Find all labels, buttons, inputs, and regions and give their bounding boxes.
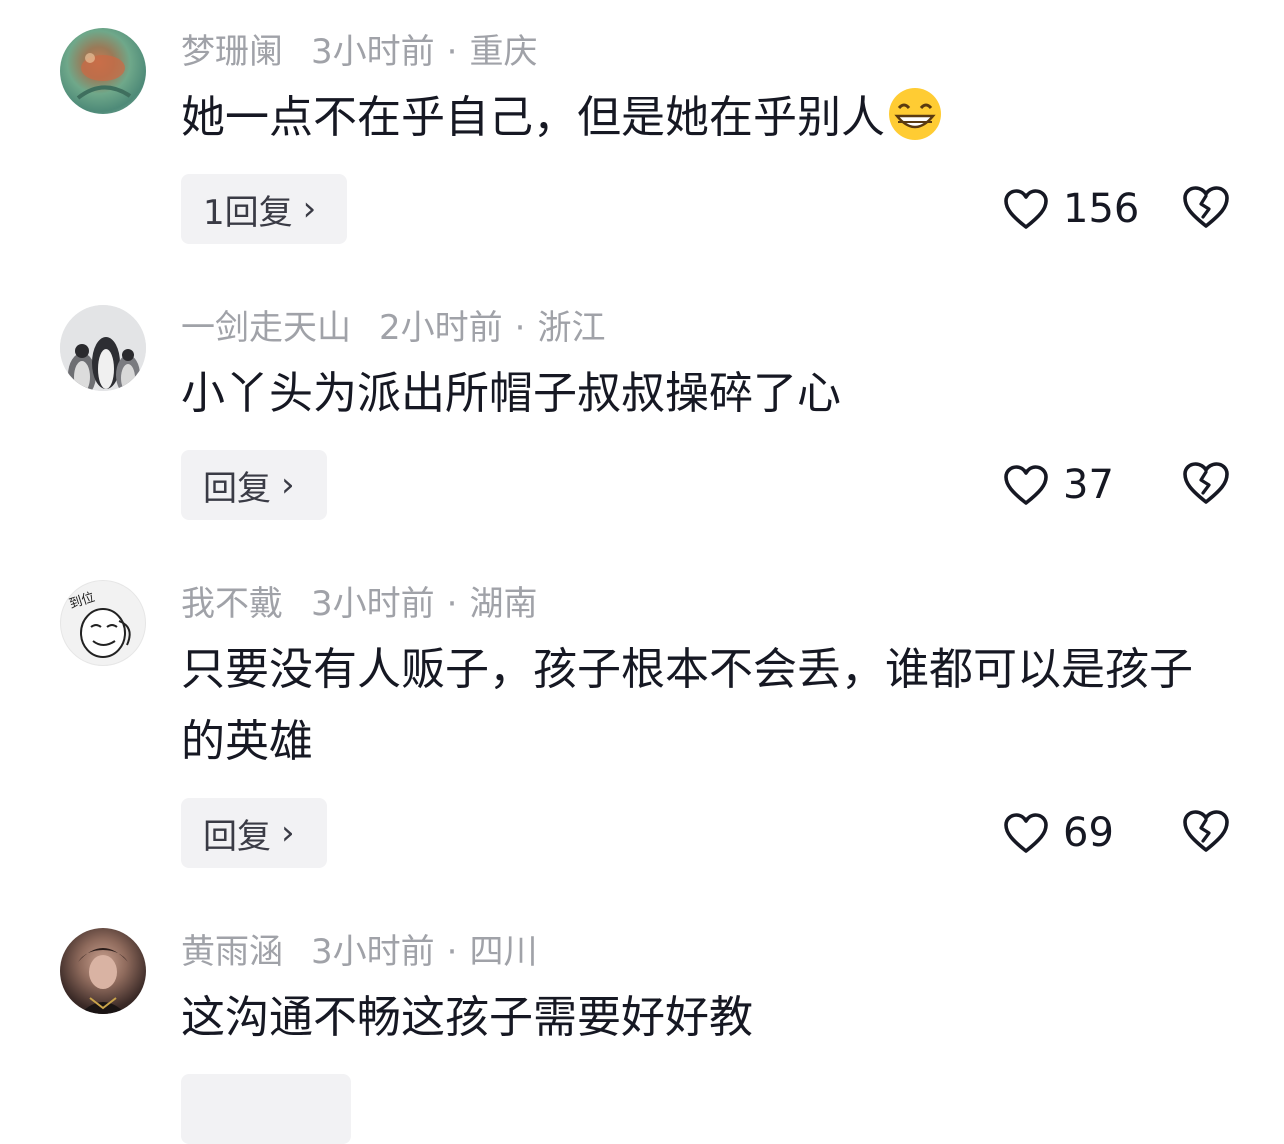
- separator-dot: ·: [514, 308, 526, 348]
- reply-button[interactable]: 回复 ›: [181, 798, 327, 868]
- separator-dot: ·: [446, 932, 458, 972]
- comment-time: 3小时前: [311, 584, 435, 624]
- comment-meta: 我不戴 3小时前 · 湖南: [181, 584, 537, 624]
- like-count: 69: [1063, 810, 1114, 856]
- like-button[interactable]: 69: [1003, 808, 1114, 858]
- comment-meta: 黄雨涵 3小时前 · 四川: [181, 932, 537, 972]
- comment-text-content: 她一点不在乎自己，但是她在乎别人: [181, 92, 885, 143]
- comment-meta: 一剑走天山 2小时前 · 浙江: [181, 308, 605, 348]
- comment-text: 这沟通不畅这孩子需要好好教: [181, 992, 753, 1043]
- separator-dot: ·: [446, 32, 458, 72]
- comment-time: 2小时前: [379, 308, 503, 348]
- like-button[interactable]: 156: [1003, 184, 1139, 234]
- avatar[interactable]: 到位: [60, 580, 146, 666]
- broken-heart-icon: [1183, 462, 1229, 504]
- avatar-artwork-icon: [76, 53, 132, 100]
- meme-face-avatar-icon: 到位: [67, 590, 131, 658]
- portrait-avatar-icon: [78, 948, 128, 1014]
- comment-text: 小丫头为派出所帽子叔叔操碎了心: [181, 368, 841, 419]
- comment-location: 浙江: [537, 308, 606, 348]
- comment-time: 3小时前: [311, 932, 435, 972]
- comment-time: 3小时前: [311, 32, 435, 72]
- broken-heart-icon: [1183, 186, 1229, 228]
- chevron-right-icon: ›: [302, 189, 317, 229]
- username[interactable]: 我不戴: [181, 584, 283, 624]
- reply-label: 回复: [203, 816, 271, 857]
- chevron-right-icon: ›: [281, 813, 295, 853]
- username[interactable]: 黄雨涵: [181, 932, 283, 972]
- comment-location: 湖南: [469, 584, 538, 624]
- avatar[interactable]: [60, 28, 146, 114]
- grinning-face-emoji-icon: [885, 86, 945, 164]
- like-count: 156: [1063, 186, 1140, 232]
- dislike-button[interactable]: [1181, 808, 1231, 858]
- reply-button[interactable]: 回复 ›: [181, 450, 327, 520]
- broken-heart-icon: [1183, 810, 1229, 852]
- reply-label: 回复: [203, 468, 271, 509]
- reply-label: 1回复: [203, 192, 293, 233]
- chevron-right-icon: ›: [281, 465, 295, 505]
- avatar[interactable]: [60, 928, 146, 1014]
- avatar[interactable]: [60, 305, 146, 391]
- comment-text: 只要没有人贩子，孩子根本不会丢，谁都可以是孩子的英雄: [181, 644, 1193, 767]
- reply-button-partial[interactable]: [181, 1074, 351, 1144]
- dislike-button[interactable]: [1181, 184, 1231, 234]
- heart-icon: [1004, 465, 1048, 505]
- dislike-button[interactable]: [1181, 460, 1231, 510]
- like-button[interactable]: 37: [1003, 460, 1114, 510]
- comment-meta: 梦珊阑 3小时前 · 重庆: [181, 32, 537, 72]
- comment-text: 她一点不在乎自己，但是她在乎别人: [181, 82, 1241, 164]
- comment-location: 重庆: [469, 32, 538, 72]
- reply-button[interactable]: 1回复 ›: [181, 174, 347, 244]
- separator-dot: ·: [446, 584, 458, 624]
- username[interactable]: 梦珊阑: [181, 32, 283, 72]
- username[interactable]: 一剑走天山: [181, 308, 351, 348]
- like-count: 37: [1063, 462, 1114, 508]
- penguin-avatar-icon: [60, 305, 146, 391]
- svg-text:到位: 到位: [67, 590, 96, 612]
- heart-icon: [1004, 813, 1048, 853]
- comment-location: 四川: [469, 932, 538, 972]
- heart-icon: [1004, 189, 1048, 229]
